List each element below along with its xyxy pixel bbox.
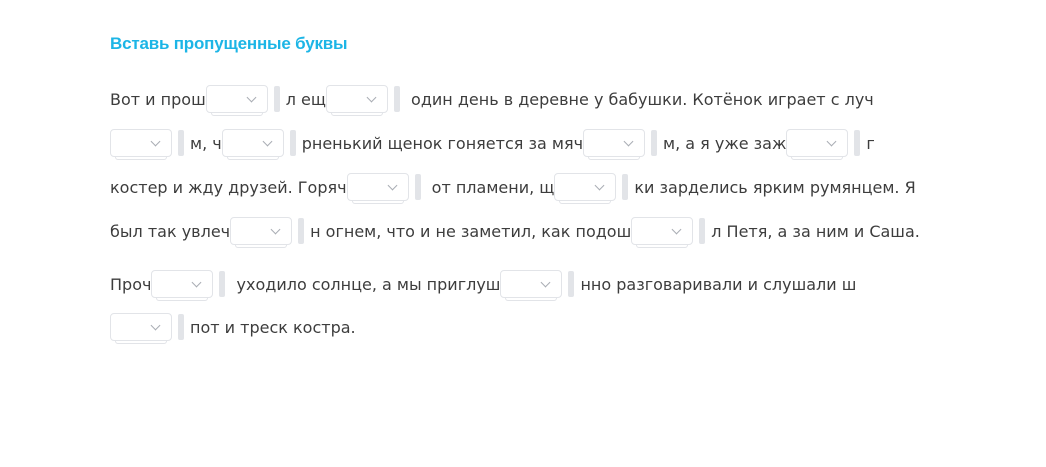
chevron-down-icon: [191, 277, 202, 287]
letter-gap-3: [110, 129, 190, 160]
gap-divider: [298, 218, 305, 244]
gap-divider: [289, 130, 296, 156]
task-title: Вставь пропущенные буквы: [110, 34, 348, 53]
text-fragment: ки зарделись ярким румянцем. Я: [634, 177, 916, 197]
text-fragment: Проч: [110, 274, 152, 294]
letter-dropdown[interactable]: [205, 85, 268, 116]
chevron-down-icon: [671, 224, 682, 234]
text-line: пот и треск костра.: [110, 310, 950, 344]
text-fragment: л Петя, а за ним и Саша.: [711, 221, 920, 241]
gap-divider: [651, 130, 658, 156]
text-fragment: м, ч: [190, 133, 222, 153]
chevron-down-icon: [366, 92, 377, 102]
letter-dropdown[interactable]: [346, 173, 409, 204]
text-fragment: г: [866, 133, 875, 153]
chevron-down-icon: [540, 277, 551, 287]
gap-divider: [393, 86, 400, 112]
text-fragment: н огнем, что и не заметил, как подош: [310, 221, 632, 241]
gap-divider: [622, 174, 629, 200]
text-fragment: пот и треск костра.: [190, 317, 356, 337]
gap-divider: [273, 86, 280, 112]
chevron-down-icon: [262, 136, 273, 146]
letter-gap-7: [346, 173, 427, 204]
letter-dropdown[interactable]: [583, 129, 646, 160]
letter-gap-11: [151, 270, 231, 301]
text-fragment: костер и жду друзей. Горяч: [110, 177, 347, 197]
chevron-down-icon: [594, 180, 605, 190]
chevron-down-icon: [150, 320, 161, 330]
gap-divider: [178, 130, 184, 156]
letter-dropdown[interactable]: [110, 129, 172, 160]
text-fragment: Вот и прош: [110, 89, 206, 109]
text-fragment: нно разговаривали и слушали ш: [580, 274, 857, 294]
letter-dropdown[interactable]: [786, 129, 849, 160]
text-line: был так увлеч н огнем, что и не заметил, …: [110, 214, 950, 248]
chevron-down-icon: [623, 136, 634, 146]
gap-divider: [219, 271, 226, 297]
chevron-down-icon: [387, 180, 398, 190]
gap-divider: [568, 271, 575, 297]
letter-dropdown[interactable]: [151, 270, 214, 301]
chevron-down-icon: [826, 136, 837, 146]
text-fragment: уходило солнце, а мы приглуш: [231, 274, 501, 294]
text-line: Проч уходило солнце, а мы приглуш нно раз…: [110, 267, 950, 301]
letter-gap-10: [631, 217, 711, 248]
gap-divider: [854, 130, 861, 156]
letter-dropdown[interactable]: [325, 85, 388, 116]
letter-gap-13: [110, 313, 190, 344]
letter-gap-8: [554, 173, 634, 204]
letter-dropdown[interactable]: [631, 217, 694, 248]
letter-dropdown[interactable]: [554, 173, 617, 204]
chevron-down-icon: [246, 92, 257, 102]
letter-dropdown[interactable]: [230, 217, 293, 248]
letter-gap-2: [325, 85, 406, 116]
text-fragment: был так увлеч: [110, 221, 231, 241]
letter-gap-12: [500, 270, 580, 301]
letter-gap-5: [583, 129, 663, 160]
chevron-down-icon: [270, 224, 281, 234]
gap-divider: [178, 314, 184, 340]
text-fragment: л ещ: [285, 89, 326, 109]
text-fragment: рненький щенок гоняется за мяч: [301, 133, 584, 153]
letter-dropdown[interactable]: [110, 313, 172, 344]
text-line: Вот и прош л ещ один день в деревне у баб…: [110, 82, 950, 116]
letter-dropdown[interactable]: [221, 129, 284, 160]
letter-gap-9: [230, 217, 310, 248]
chevron-down-icon: [150, 136, 161, 146]
gap-divider: [414, 174, 421, 200]
text-line: м, ч рненький щенок гоняется за мяч м, а я…: [110, 126, 950, 160]
text-line: костер и жду друзей. Горяч от пламени, щ…: [110, 170, 950, 204]
gap-divider: [699, 218, 706, 244]
text-fragment: м, а я уже заж: [663, 133, 787, 153]
letter-dropdown[interactable]: [500, 270, 563, 301]
letter-gap-1: [205, 85, 286, 116]
text-fragment: один день в деревне у бабушки. Котёнок и…: [405, 89, 874, 109]
letter-gap-4: [221, 129, 302, 160]
letter-gap-6: [786, 129, 866, 160]
text-fragment: от пламени, щ: [426, 177, 555, 197]
